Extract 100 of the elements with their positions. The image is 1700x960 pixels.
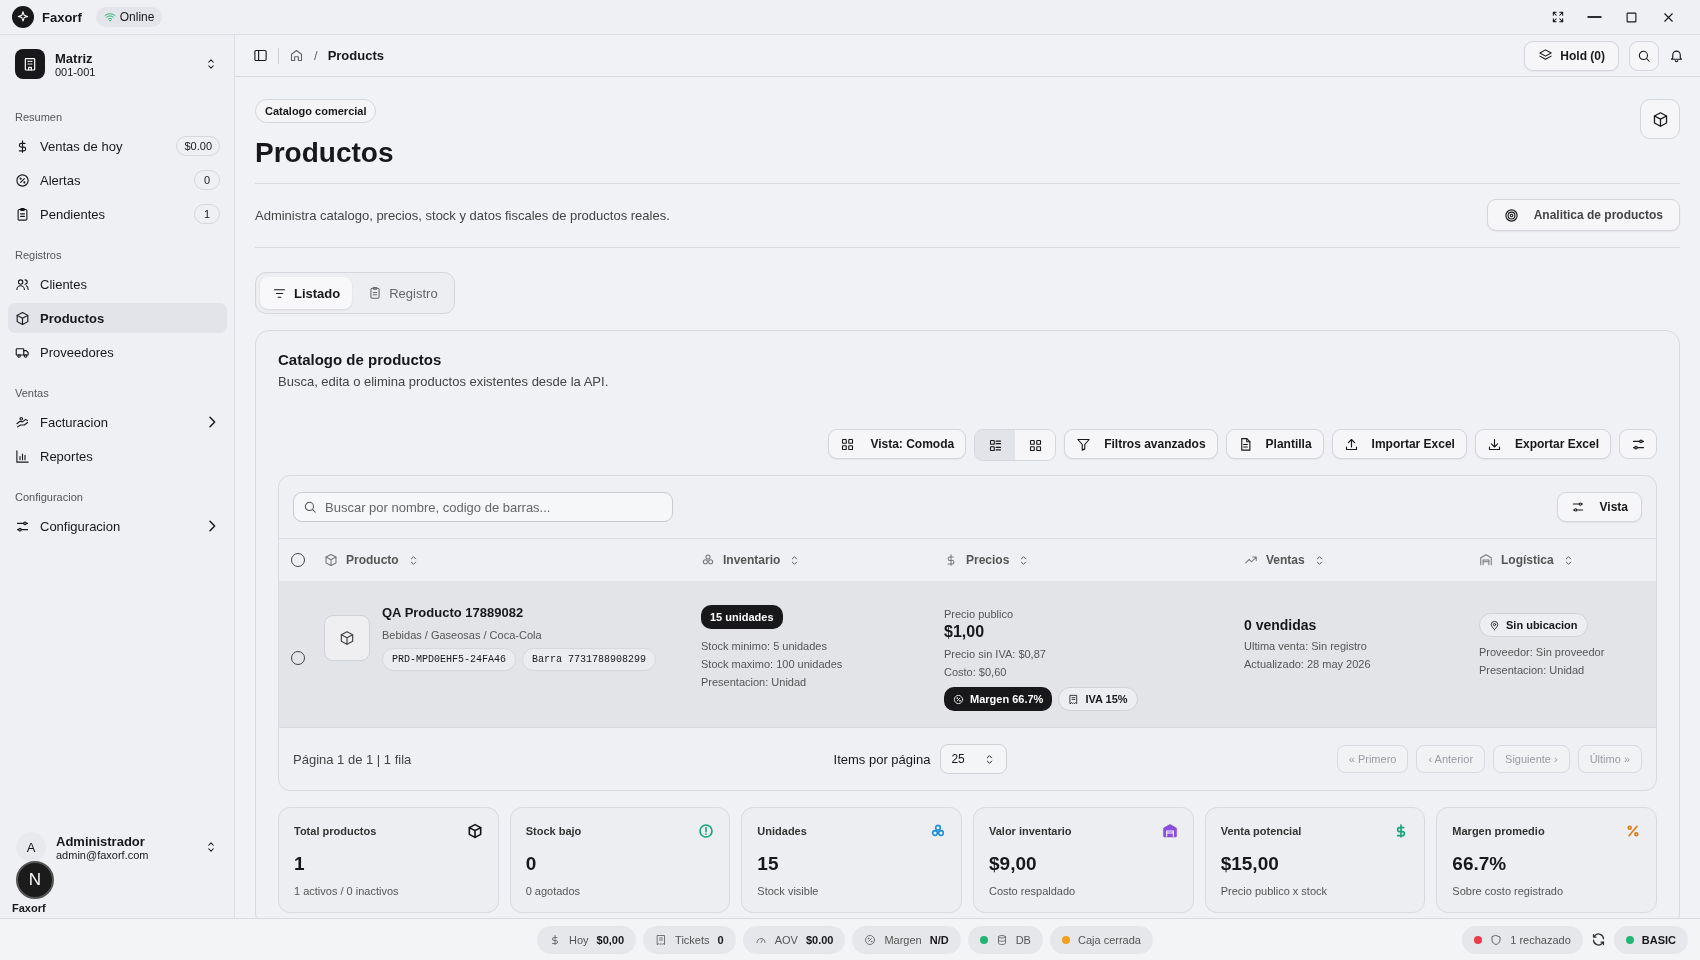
- page-title: Productos: [255, 137, 394, 169]
- stat-title: Unidades: [757, 825, 807, 837]
- column-header[interactable]: Producto: [346, 553, 399, 567]
- sidebar-section-title: Resumen: [14, 110, 64, 125]
- status-chip: Tickets 0: [643, 925, 736, 954]
- column-header[interactable]: Precios: [966, 553, 1010, 567]
- analytics-button[interactable]: Analitica de productos: [1486, 199, 1680, 231]
- sidebar-item[interactable]: Ventas de hoy $0.00: [8, 131, 227, 161]
- tab[interactable]: Registro: [356, 277, 450, 309]
- settings-button[interactable]: [1619, 429, 1657, 459]
- stat-note: Costo respaldado: [989, 885, 1077, 897]
- view-mode-button[interactable]: [975, 430, 1016, 460]
- per-page-select[interactable]: 25: [940, 744, 1007, 774]
- user-avatar: A: [16, 832, 46, 862]
- view-button[interactable]: Vista: [1556, 492, 1642, 522]
- stat-note: Sobre costo registrado: [1452, 885, 1564, 897]
- stock-detail: Stock maximo: 100 unidades: [701, 657, 844, 672]
- toolbar-button[interactable]: Importar Excel: [1331, 429, 1467, 459]
- status-chip: Caja cerrada: [1049, 925, 1153, 954]
- stock-detail: Stock minimo: 5 unidades: [701, 639, 828, 654]
- stat-note: 0 agotados: [525, 885, 582, 897]
- sidebar-item[interactable]: Proveedores: [8, 337, 227, 367]
- status-chip: Margen N/D: [852, 925, 961, 954]
- density-button[interactable]: Vista: Comoda: [828, 429, 967, 459]
- sidebar-item[interactable]: Alertas 0: [8, 165, 227, 195]
- percent-badge-icon: [15, 172, 30, 188]
- panel-icon: [253, 48, 268, 63]
- layers-icon: [1538, 48, 1554, 63]
- minimize-button[interactable]: [1587, 16, 1602, 18]
- sidebar-item[interactable]: Configuracion: [8, 511, 227, 541]
- trend-icon: [1244, 553, 1258, 567]
- maximize-button[interactable]: [1624, 9, 1639, 25]
- clipboard-icon: [368, 286, 383, 300]
- box-icon: [324, 553, 338, 567]
- sidebar-section-title: Ventas: [14, 386, 50, 401]
- stat-value: $9,00: [989, 853, 1038, 875]
- toolbar-button[interactable]: Plantilla: [1225, 429, 1324, 459]
- box-icon: [339, 630, 355, 646]
- sidebar-item[interactable]: Clientes: [8, 269, 227, 299]
- sidebar-item[interactable]: Facturacion: [8, 407, 227, 437]
- percent-icon: [864, 933, 877, 946]
- barcode-chip: Barra 7731788908299: [522, 648, 657, 671]
- product-name[interactable]: QA Producto 17889082: [382, 605, 657, 620]
- minimize-icon: [1587, 16, 1602, 18]
- search-button[interactable]: [1629, 40, 1659, 71]
- pin-icon: [1489, 619, 1500, 631]
- section-tag: Catalogo comercial: [255, 99, 377, 123]
- filter-icon: [1076, 436, 1092, 452]
- grid-icon: [1027, 437, 1043, 453]
- dev-tools-badge[interactable]: N: [16, 861, 54, 899]
- status-chip: AOV $0.00: [742, 925, 846, 954]
- sync-button[interactable]: [1590, 932, 1606, 947]
- sidebar-item[interactable]: Productos: [8, 303, 227, 333]
- building-icon: [22, 56, 38, 72]
- price-value: $1,00: [944, 623, 986, 641]
- online-status: Online: [95, 7, 163, 27]
- column-header[interactable]: Logística: [1501, 553, 1554, 567]
- user-name: Administrador: [56, 833, 146, 849]
- hand-coins-icon: [15, 414, 30, 430]
- download-icon: [1486, 436, 1502, 452]
- stock-detail: Presentacion: Unidad: [701, 675, 808, 690]
- tab[interactable]: Listado: [260, 277, 353, 309]
- toolbar-button[interactable]: Exportar Excel: [1474, 429, 1611, 459]
- search-field[interactable]: Buscar por nombre, codigo de barras...: [293, 492, 673, 522]
- bar-chart-icon: [15, 448, 30, 464]
- logistics-detail: Presentacion: Unidad: [1479, 663, 1586, 678]
- users-icon: [15, 276, 30, 292]
- breadcrumb-separator: /: [314, 48, 318, 63]
- sales-detail: Ultima venta: Sin registro: [1244, 639, 1368, 654]
- stat-title: Venta potencial: [1220, 825, 1302, 837]
- branch-name: Matriz: [55, 50, 94, 66]
- boxes-icon: [701, 553, 715, 567]
- shield-icon: [1490, 933, 1503, 946]
- sidebar-item[interactable]: Reportes: [8, 441, 227, 471]
- notifications-button[interactable]: [1669, 48, 1684, 63]
- column-header[interactable]: Ventas: [1266, 553, 1305, 567]
- view-mode-button[interactable]: [1015, 430, 1056, 460]
- sidebar-item[interactable]: Pendientes 1: [8, 199, 227, 229]
- receipt-icon: [655, 933, 668, 946]
- logistics-detail: Proveedor: Sin proveedor: [1479, 645, 1606, 660]
- hold-button[interactable]: Hold (0): [1524, 40, 1619, 71]
- fullscreen-button[interactable]: [1551, 10, 1565, 24]
- home-link[interactable]: [289, 48, 304, 63]
- sidebar-toggle[interactable]: [253, 48, 268, 63]
- stat-note: Stock visible: [757, 885, 820, 897]
- stat-note: Precio publico x stock: [1220, 885, 1329, 897]
- column-header[interactable]: Inventario: [723, 553, 781, 567]
- stat-value: $15,00: [1220, 853, 1280, 875]
- box-icon: [15, 310, 30, 326]
- plan-status: BASIC: [1613, 925, 1688, 954]
- price-detail: Precio sin IVA: $0,87: [944, 647, 1047, 662]
- box-icon: [1651, 110, 1669, 128]
- footer-brand: Faxorf: [12, 902, 46, 914]
- product-action-button[interactable]: [1640, 99, 1680, 139]
- target-icon: [1503, 207, 1519, 223]
- toolbar-button[interactable]: Filtros avanzados: [1064, 429, 1218, 459]
- warehouse-icon: [1479, 553, 1493, 567]
- search-icon: [303, 500, 317, 514]
- dollar-icon: [549, 933, 561, 946]
- pagination-summary: Página 1 de 1 | 1 fila: [293, 751, 413, 767]
